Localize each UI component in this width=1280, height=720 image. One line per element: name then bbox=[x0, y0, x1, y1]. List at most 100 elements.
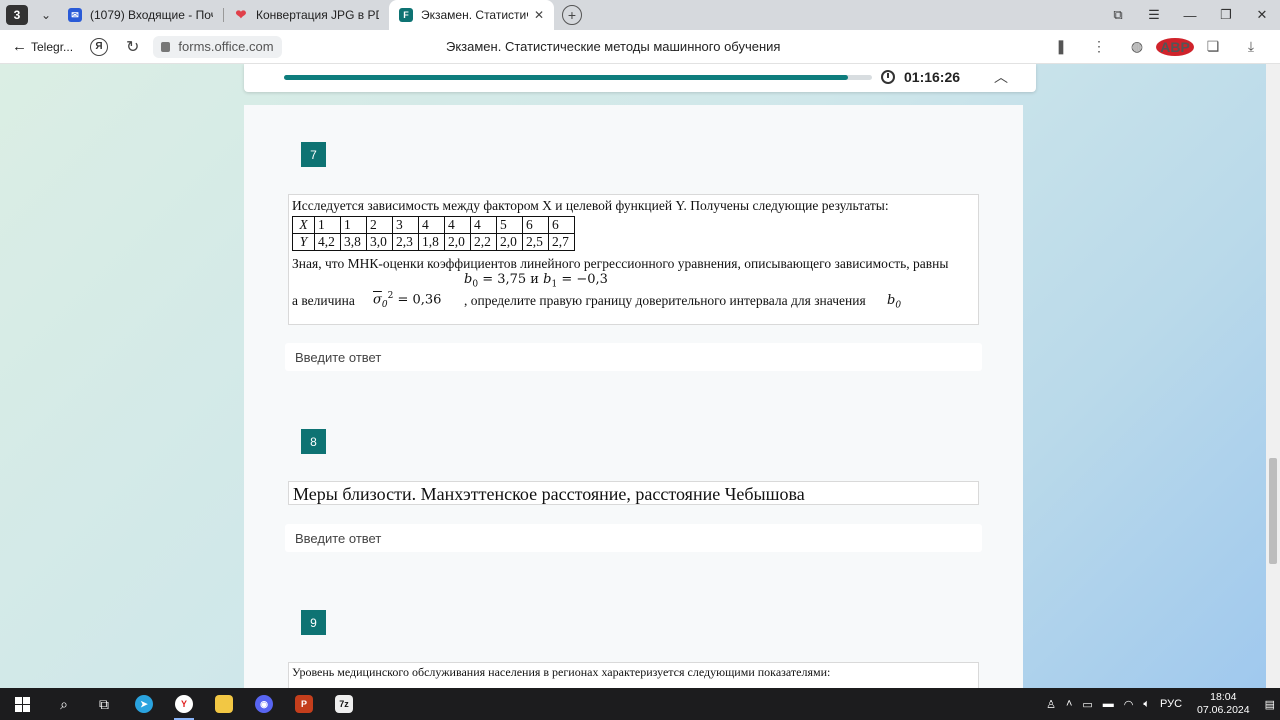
heart-icon: ❤ bbox=[235, 7, 247, 22]
table-cell: 2,5 bbox=[522, 233, 549, 251]
question-number: 8 bbox=[301, 429, 326, 454]
adblock-icon[interactable]: ABP bbox=[1156, 37, 1194, 56]
more-icon[interactable]: ⋮ bbox=[1080, 38, 1118, 55]
answer-input-8[interactable]: Введите ответ bbox=[285, 524, 982, 552]
question-text: Исследуется зависимость между фактором X… bbox=[292, 198, 889, 213]
variance-formula: σ02 = 0,36 bbox=[373, 291, 442, 310]
table-cell: 4,2 bbox=[314, 233, 341, 251]
tab-label: Экзамен. Статистическ bbox=[421, 8, 528, 22]
close-tab-icon[interactable]: ✕ bbox=[528, 8, 544, 22]
clock[interactable]: 18:04 07.06.2024 bbox=[1187, 691, 1260, 717]
formula-text: = 3,75 и bbox=[482, 272, 539, 287]
table-cell: 3 bbox=[392, 216, 419, 234]
url-field[interactable]: forms.office.com bbox=[153, 35, 282, 58]
download-icon[interactable]: ⤓ bbox=[1232, 38, 1270, 55]
chevron-up-icon[interactable]: ︿ bbox=[994, 67, 1008, 87]
tab-search-icon[interactable]: ⧉ bbox=[1100, 7, 1136, 23]
question-text: Зная, что МНК-оценки коэффициентов линей… bbox=[292, 256, 949, 271]
question-text: а величина bbox=[292, 293, 355, 308]
back-label: Telegr... bbox=[31, 39, 74, 54]
table-header: X bbox=[292, 216, 315, 234]
maximize-icon[interactable]: ❐ bbox=[1208, 7, 1244, 23]
7zip-icon[interactable]: 7z bbox=[324, 688, 364, 720]
question-text: , определите правую границу доверительно… bbox=[464, 293, 866, 308]
close-icon[interactable]: ✕ bbox=[1244, 7, 1280, 23]
question-9-image: Уровень медицинского обслуживания населе… bbox=[288, 662, 979, 688]
windows-taskbar: ⌕ ⧉ ➤ Y ◉ P 7z ♙ ˄ ▭ ▬ ◠ 🔈︎ РУС 18:04 07… bbox=[0, 688, 1280, 720]
start-icon[interactable] bbox=[0, 688, 44, 720]
telegram-icon[interactable]: ➤ bbox=[124, 688, 164, 720]
question-text: Уровень медицинского обслуживания населе… bbox=[292, 665, 831, 679]
progress-bar bbox=[284, 75, 872, 80]
lock-icon bbox=[161, 41, 171, 52]
reload-icon[interactable]: ↻ bbox=[126, 37, 139, 57]
table-cell: 4 bbox=[418, 216, 445, 234]
table-cell: 2,0 bbox=[444, 233, 471, 251]
tab-label: (1079) Входящие - Почта bbox=[90, 8, 213, 22]
page-scrollbar[interactable] bbox=[1266, 64, 1280, 688]
formula-text: = 0,36 bbox=[397, 292, 442, 308]
table-cell: 4 bbox=[444, 216, 471, 234]
table-cell: 2 bbox=[366, 216, 393, 234]
formula-symbol: b0 bbox=[887, 293, 902, 311]
date: 07.06.2024 bbox=[1197, 704, 1250, 716]
tab-exam[interactable]: F Экзамен. Статистическ ✕ bbox=[389, 0, 554, 30]
question-8-image: Меры близости. Манхэттенское расстояние,… bbox=[288, 481, 979, 505]
question-7-image: Исследуется зависимость между фактором X… bbox=[288, 194, 979, 325]
wifi-icon[interactable]: ◠ bbox=[1119, 698, 1139, 711]
tab-converter[interactable]: ❤ Конвертация JPG в PDF. К bbox=[224, 0, 389, 30]
battery-icon[interactable]: ▬ bbox=[1098, 698, 1119, 710]
new-tab-button[interactable]: + bbox=[562, 5, 582, 25]
table-cell: 2,2 bbox=[470, 233, 497, 251]
page-title: Экзамен. Статистические методы машинного… bbox=[446, 39, 781, 54]
form-body: 7 Исследуется зависимость между фактором… bbox=[244, 105, 1023, 688]
tab-mail[interactable]: ✉ (1079) Входящие - Почта bbox=[58, 0, 223, 30]
notification-icon[interactable]: ▤ bbox=[1260, 698, 1280, 711]
table-cell: 2,7 bbox=[548, 233, 575, 251]
window-controls: ⧉ ☰ — ❐ ✕ bbox=[1100, 0, 1280, 30]
file-explorer-icon[interactable] bbox=[204, 688, 244, 720]
discord-icon[interactable]: ◉ bbox=[244, 688, 284, 720]
table-row: Y 4,2 3,8 3,0 2,3 1,8 2,0 2,2 2,0 2,5 2,… bbox=[292, 233, 575, 251]
table-cell: 6 bbox=[522, 216, 549, 234]
arrow-left-icon: ← bbox=[12, 38, 27, 55]
chevron-down-icon[interactable]: ⌄ bbox=[34, 5, 58, 25]
scrollbar-thumb[interactable] bbox=[1269, 458, 1277, 564]
answer-input-7[interactable]: Введите ответ bbox=[285, 343, 982, 371]
yandex-icon[interactable]: Я bbox=[90, 37, 108, 56]
data-table: X 1 1 2 3 4 4 4 5 6 6 Y 4,2 3,8 3,0 2,3 … bbox=[292, 216, 575, 251]
search-icon[interactable]: ⌕ bbox=[44, 688, 84, 720]
network-icon[interactable]: ▭ bbox=[1077, 698, 1097, 711]
person-icon[interactable]: ♙ bbox=[1041, 698, 1061, 711]
page-content: 01:16:26 ︿ 7 Исследуется зависимость меж… bbox=[0, 64, 1280, 688]
table-cell: 4 bbox=[470, 216, 497, 234]
address-bar-actions: ❚ ⋮ ◍ ABP ❏ ⤓ bbox=[1042, 37, 1280, 56]
minimize-icon[interactable]: — bbox=[1172, 8, 1208, 23]
progress-fill bbox=[284, 75, 849, 80]
tab-counter[interactable]: 3 bbox=[6, 5, 28, 25]
table-cell: 1 bbox=[314, 216, 341, 234]
language-indicator[interactable]: РУС bbox=[1155, 698, 1187, 710]
bookmark-icon[interactable]: ❚ bbox=[1042, 38, 1080, 55]
collections-icon[interactable]: ❏ bbox=[1194, 38, 1232, 55]
address-bar: ← Telegr... Я ↻ forms.office.com Экзамен… bbox=[0, 30, 1280, 64]
table-cell: 5 bbox=[496, 216, 523, 234]
volume-icon[interactable]: 🔈︎ bbox=[1138, 698, 1155, 711]
system-tray: ♙ ˄ ▭ ▬ ◠ 🔈︎ РУС 18:04 07.06.2024 ▤ bbox=[1041, 688, 1280, 720]
globe-icon[interactable]: ◍ bbox=[1118, 38, 1156, 55]
task-view-icon[interactable]: ⧉ bbox=[84, 688, 124, 720]
chevron-up-icon[interactable]: ˄ bbox=[1061, 698, 1077, 710]
tab-label: Конвертация JPG в PDF. К bbox=[256, 8, 379, 22]
timer: 01:16:26 bbox=[904, 69, 961, 85]
question-number: 7 bbox=[301, 142, 326, 167]
progress-header: 01:16:26 ︿ bbox=[244, 64, 1036, 92]
back-button[interactable]: ← Telegr... bbox=[0, 38, 80, 55]
coefficient-formula: b0 = 3,75 и b1 = −0,3 bbox=[464, 272, 608, 290]
table-cell: 2,3 bbox=[392, 233, 419, 251]
formula-text: = −0,3 bbox=[561, 272, 608, 287]
url-text: forms.office.com bbox=[178, 39, 274, 54]
menu-icon[interactable]: ☰ bbox=[1136, 7, 1172, 23]
powerpoint-icon[interactable]: P bbox=[284, 688, 324, 720]
table-cell: 1,8 bbox=[418, 233, 445, 251]
yandex-browser-icon[interactable]: Y bbox=[164, 688, 204, 720]
